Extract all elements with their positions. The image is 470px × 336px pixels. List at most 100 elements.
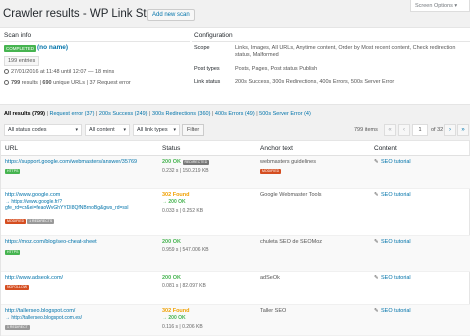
- url-link[interactable]: https://support.google.com/webmasters/an…: [5, 159, 155, 166]
- timing: 0.232 s | 150.219 KB: [162, 168, 209, 174]
- anchor-text: adSeOk: [260, 275, 280, 281]
- nofollow-tag: NOFOLLOW: [5, 285, 30, 290]
- redirect-link[interactable]: → http://tallerseo.blogspot.com.es/: [5, 315, 155, 321]
- content-link-text: SEO tutorial: [381, 192, 411, 198]
- redirected-tag: REDIRECTED: [182, 160, 210, 165]
- content-link[interactable]: ✎ SEO tutorial: [374, 308, 411, 314]
- anchor-text: chuleta SEO de SEOMoz: [260, 239, 323, 245]
- results-label: results: [21, 80, 38, 86]
- final-status: → 200 OK: [162, 199, 186, 205]
- content-link[interactable]: ✎ SEO tutorial: [374, 239, 411, 245]
- next-page-button[interactable]: ›: [444, 124, 456, 136]
- status-code: 302 Found: [162, 308, 190, 314]
- https-tag: HTTPS: [5, 169, 21, 174]
- filter-200s-success[interactable]: 200s Success (249): [99, 111, 148, 117]
- current-page-input[interactable]: 1: [412, 124, 428, 136]
- timing: 0.033 s | 0.252 KB: [162, 208, 204, 214]
- prev-page-button[interactable]: ‹: [398, 124, 410, 136]
- filter-500s-server-error[interactable]: 500s Server Error (4): [259, 111, 311, 117]
- filter-all-label: All results: [4, 111, 31, 117]
- divider: [192, 41, 470, 42]
- url-link[interactable]: http://tallerseo.blogspot.com/: [5, 308, 155, 315]
- screen-options-button[interactable]: Screen Options ▾: [410, 0, 470, 12]
- results-table: URL Status Anchor text Content https://s…: [0, 140, 470, 336]
- timing: 0.116 s | 0.206 KB: [162, 324, 203, 330]
- pencil-icon: ✎: [374, 192, 379, 198]
- anchor-tags: MODIFIED: [260, 168, 282, 174]
- column-header-anchor[interactable]: Anchor text: [260, 145, 293, 152]
- column-header-status[interactable]: Status: [162, 145, 180, 152]
- status-codes-select[interactable]: All status codes: [4, 124, 82, 136]
- content-select[interactable]: All content: [85, 124, 130, 136]
- filter-400s-errors[interactable]: 400s Errors (49): [215, 111, 255, 117]
- items-count: 799 items: [354, 127, 378, 133]
- filter-300s-redirections[interactable]: 300s Redirections (360): [152, 111, 210, 117]
- timing: 0.959 s | 547.006 KB: [162, 247, 209, 253]
- total-pages: of 32: [431, 127, 444, 133]
- scan-date: 27/01/2016 at 11:48 until 12:07 — 18 min…: [4, 69, 114, 75]
- unique-label: unique URLs: [53, 80, 85, 86]
- column-header-url[interactable]: URL: [5, 145, 18, 152]
- config-value-link-status: 200s Success, 300s Redirections, 400s Er…: [235, 79, 395, 85]
- page-header: Crawler results - WP Link Status Add new…: [0, 0, 470, 26]
- add-new-scan-button[interactable]: Add new scan: [147, 9, 195, 21]
- results-count: 799: [11, 80, 21, 86]
- divider: [0, 41, 190, 42]
- redirect-tag: 1 REDIRECT: [5, 325, 30, 330]
- pencil-icon: ✎: [374, 159, 379, 165]
- url-link[interactable]: http://www.adseok.com/: [5, 275, 155, 282]
- table-row: http://www.google.com → https://www.goog…: [1, 189, 470, 236]
- url-tags: MODIFIED 1 REDIRECTS: [5, 218, 55, 224]
- table-row: https://moz.com/blog/seo-cheat-sheet HTT…: [1, 236, 470, 272]
- scan-info-title: Scan info: [4, 32, 32, 39]
- content-link-text: SEO tutorial: [381, 308, 411, 314]
- modified-tag: MODIFIED: [260, 169, 282, 174]
- pencil-icon: ✎: [374, 275, 379, 281]
- clock-icon: [4, 69, 9, 74]
- pencil-icon: ✎: [374, 239, 379, 245]
- status-code-text: 200 OK: [162, 159, 181, 165]
- filter-request-error[interactable]: Request error (37): [49, 111, 94, 117]
- status-code: 200 OK REDIRECTED: [162, 159, 210, 165]
- status-code: 302 Found: [162, 192, 190, 198]
- scan-stats: 799 results | 690 unique URLs | 37 Reque…: [4, 80, 131, 86]
- filter-all-results[interactable]: All results (799): [4, 111, 45, 117]
- timing: 0.081 s | 82.097 KB: [162, 283, 206, 289]
- config-label-post-types: Post types: [194, 66, 220, 72]
- scan-date-text: 27/01/2016 at 11:48 until 12:07 — 18 min…: [11, 69, 115, 75]
- content-link[interactable]: ✎ SEO tutorial: [374, 275, 411, 281]
- redirect-link[interactable]: → https://www.google.fr/?gfe_rd=cr&ei=fe…: [5, 199, 155, 211]
- status-code: 200 OK: [162, 239, 181, 245]
- unique-count: 690: [42, 80, 52, 86]
- anchor-text: webmasters guidelines: [260, 159, 316, 165]
- config-value-post-types: Posts, Pages, Post status Publish: [235, 66, 318, 72]
- configuration-title: Configuration: [194, 32, 233, 39]
- content-link-text: SEO tutorial: [381, 275, 411, 281]
- url-link[interactable]: https://moz.com/blog/seo-cheat-sheet: [5, 239, 155, 246]
- request-error-count: 37: [89, 80, 96, 86]
- table-row: https://support.google.com/webmasters/an…: [1, 156, 470, 189]
- modified-tag: MODIFIED: [5, 219, 27, 224]
- table-row: http://www.adseok.com/ NOFOLLOW 200 OK 0…: [1, 272, 470, 305]
- first-page-button[interactable]: «: [384, 124, 396, 136]
- filter-button[interactable]: Filter: [182, 124, 205, 136]
- request-error-label: Request error: [97, 80, 131, 86]
- table-toolbar: All status codes All content All link ty…: [0, 124, 470, 138]
- url-tags: 1 REDIRECT: [5, 324, 31, 330]
- content-link[interactable]: ✎ SEO tutorial: [374, 192, 411, 198]
- content-link[interactable]: ✎ SEO tutorial: [374, 159, 411, 165]
- scan-name-link[interactable]: (no name): [37, 44, 68, 51]
- filter-all-count: (799): [32, 111, 45, 117]
- redirects-tag: 1 REDIRECTS: [27, 219, 55, 224]
- config-value-scope: Links, Images, All URLs, Anytime content…: [235, 45, 456, 58]
- https-tag: HTTPS: [5, 250, 21, 255]
- last-page-button[interactable]: »: [457, 124, 469, 136]
- column-header-content[interactable]: Content: [374, 145, 397, 152]
- link-icon: [4, 80, 9, 85]
- content-link-text: SEO tutorial: [381, 159, 411, 165]
- link-types-select[interactable]: All link types: [133, 124, 180, 136]
- page-title: Crawler results - WP Link Status: [3, 8, 169, 20]
- status-code: 200 OK: [162, 275, 181, 281]
- table-row: http://tallerseo.blogspot.com/ → http://…: [1, 305, 470, 336]
- url-link[interactable]: http://www.google.com: [5, 192, 155, 199]
